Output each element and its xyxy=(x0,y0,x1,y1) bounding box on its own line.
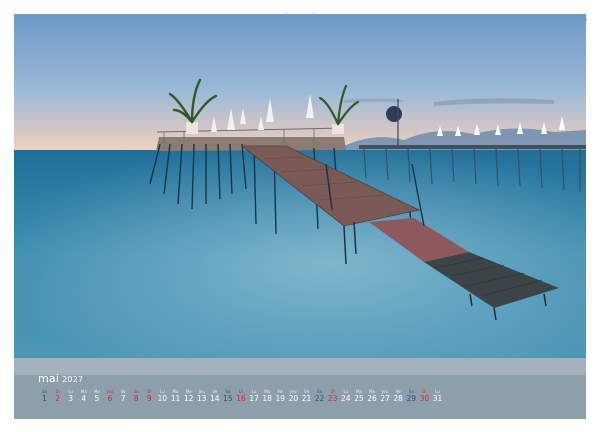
calendar-day: Jeu 13 xyxy=(195,389,208,404)
day-number: 2 xyxy=(55,394,60,403)
calendar-day: Di 16 xyxy=(235,389,248,404)
day-number: 4 xyxy=(81,394,87,403)
calendar-day: Di 30 xyxy=(418,389,431,404)
pier-photo-art xyxy=(14,14,586,358)
day-number: 21 xyxy=(301,394,312,403)
day-number: 18 xyxy=(262,394,272,403)
calendar-day: Ma 4 xyxy=(77,389,90,404)
calendar-day: Ve 7 xyxy=(117,389,130,404)
calendar-day: Lu 31 xyxy=(431,389,444,404)
calendar-day: Lu 3 xyxy=(64,389,77,404)
calendar-day: Ve 14 xyxy=(208,389,221,404)
day-number: 13 xyxy=(196,394,207,403)
day-number: 12 xyxy=(183,394,194,403)
day-number: 14 xyxy=(210,394,220,403)
calendar-day: Di 2 xyxy=(51,389,64,404)
calendar-day: Jeu 6 xyxy=(104,389,117,404)
calendar-top-bar xyxy=(14,358,586,375)
day-number: 30 xyxy=(419,394,430,403)
day-number: 11 xyxy=(170,394,181,403)
calendar-day: Me 19 xyxy=(274,389,287,404)
day-number: 8 xyxy=(133,394,139,403)
day-number: 31 xyxy=(432,394,443,403)
day-number: 20 xyxy=(288,394,299,403)
day-number: 1 xyxy=(42,394,47,403)
calendar-day: Jeu 20 xyxy=(287,389,300,404)
calendar-day: Sa 8 xyxy=(130,389,143,404)
day-number: 19 xyxy=(275,394,286,403)
day-number: 3 xyxy=(68,394,74,403)
calendar-day: Di 23 xyxy=(326,389,339,404)
day-number: 15 xyxy=(223,394,233,403)
day-number: 28 xyxy=(393,394,403,403)
day-number: 29 xyxy=(406,394,417,403)
calendar-day: Lu 24 xyxy=(339,389,352,404)
calendar-day: Ve 28 xyxy=(392,389,405,404)
calendar-day: Jeu 27 xyxy=(379,389,392,404)
calendar-day: Di 9 xyxy=(143,389,156,404)
calendar-day: Ma 11 xyxy=(169,389,182,404)
calendar-day: Me 26 xyxy=(366,389,379,404)
calendar-strip: mai 2027 Sa 1 Di 2 Lu 3 Ma 4 Me 5 Jeu 6 Ve 7 Sa 8 Di 9 Lu 10… xyxy=(14,358,586,419)
calendar-day: Sa 22 xyxy=(313,389,326,404)
pier-photo xyxy=(14,14,586,358)
calendar-day: Ve 21 xyxy=(300,389,313,404)
day-number: 6 xyxy=(107,394,113,403)
calendar-day: Me 5 xyxy=(90,389,103,404)
calendar-year: 2027 xyxy=(62,375,84,384)
day-number: 5 xyxy=(94,394,100,403)
calendar-day: Sa 1 xyxy=(38,389,51,404)
calendar-day: Ma 18 xyxy=(261,389,274,404)
day-number: 24 xyxy=(341,394,351,403)
day-number: 9 xyxy=(146,394,152,403)
day-number: 25 xyxy=(354,394,364,403)
day-number: 10 xyxy=(157,394,168,403)
day-number: 27 xyxy=(380,394,390,403)
month-name: mai xyxy=(38,372,60,385)
calendar-day: Lu 17 xyxy=(248,389,261,404)
day-number: 26 xyxy=(367,394,377,403)
calendar-day: Sa 29 xyxy=(405,389,418,404)
calendar-day: Sa 15 xyxy=(221,389,234,404)
day-number: 17 xyxy=(249,394,259,403)
day-number: 23 xyxy=(327,394,338,403)
day-number: 7 xyxy=(120,394,126,403)
calendar-day: Lu 10 xyxy=(156,389,169,404)
day-number: 16 xyxy=(236,394,246,403)
day-number: 22 xyxy=(314,394,325,403)
calendar-day: Ma 25 xyxy=(352,389,365,404)
calendar-day: Me 12 xyxy=(182,389,195,404)
calendar-month-label: mai 2027 xyxy=(38,372,83,385)
